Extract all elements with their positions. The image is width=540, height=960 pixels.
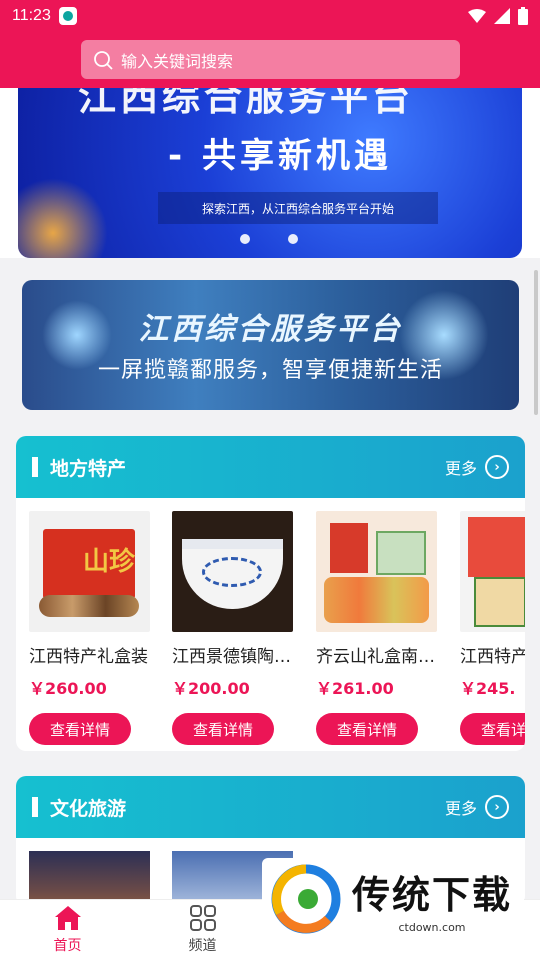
- banner-decoration: [18, 178, 108, 258]
- status-bar: 11:23: [0, 0, 540, 32]
- watermark: 传统下载 ctdown.com: [262, 858, 524, 940]
- product-name: 江西特产礼盒装: [29, 647, 148, 667]
- view-details-button[interactable]: 查看详情: [172, 713, 274, 745]
- carousel-dot[interactable]: [288, 234, 298, 244]
- watermark-text: 传统下载: [352, 873, 513, 917]
- battery-icon: [518, 7, 528, 25]
- product-image[interactable]: [316, 511, 437, 632]
- home-icon: [54, 906, 81, 930]
- section-bar: [32, 797, 38, 817]
- search-placeholder: 输入关键词搜索: [121, 51, 234, 71]
- product-card[interactable]: 江西特产 ￥245. 查看详情: [460, 511, 525, 745]
- product-name: 江西特产: [460, 647, 525, 667]
- product-name: 江西景德镇陶瓷碗: [172, 647, 294, 667]
- nav-label: 频道: [188, 938, 217, 954]
- banner-carousel[interactable]: 江西综合服务平台 - 共享新机遇 探索江西，从江西综合服务平台开始: [18, 88, 522, 258]
- nav-label: 首页: [53, 938, 82, 954]
- app-notification-icon: [58, 7, 77, 25]
- nav-item-home[interactable]: 首页: [0, 900, 135, 960]
- product-image[interactable]: [460, 511, 525, 632]
- banner-area: 江西综合服务平台 - 共享新机遇 探索江西，从江西综合服务平台开始: [0, 88, 540, 258]
- view-details-button[interactable]: 查看详情: [460, 713, 525, 745]
- section-header: 地方特产 更多 ›: [16, 436, 525, 498]
- product-card[interactable]: 齐云山礼盒南酸枣糕 ￥261.00 查看详情: [316, 511, 441, 745]
- search-icon: [94, 50, 113, 70]
- banner-slogan: - 共享新机遇: [168, 136, 392, 176]
- more-link[interactable]: 更多 ›: [445, 795, 509, 819]
- app-header: 11:23 输入关键词搜索: [0, 0, 540, 88]
- search-input[interactable]: 输入关键词搜索: [81, 40, 460, 79]
- more-label: 更多: [444, 799, 477, 818]
- product-image[interactable]: 山珍: [29, 511, 150, 632]
- view-details-button[interactable]: 查看详情: [29, 713, 131, 745]
- status-time: 11:23: [12, 7, 51, 24]
- watermark-url: ctdown.com: [398, 921, 466, 934]
- section-title: 地方特产: [50, 457, 127, 480]
- wifi-icon: [468, 9, 486, 23]
- specialty-section: 地方特产 更多 › 山珍 江西特产礼盒装 ￥260.00 查看详情 江西景德镇陶…: [16, 436, 525, 751]
- banner-subtitle: 探索江西，从江西综合服务平台开始: [158, 192, 438, 224]
- nav-item-channel[interactable]: 频道: [135, 900, 270, 960]
- more-label: 更多: [444, 459, 477, 478]
- product-name: 齐云山礼盒南酸枣糕: [316, 647, 438, 667]
- section-bar: [32, 457, 38, 477]
- product-card[interactable]: 山珍 江西特产礼盒装 ￥260.00 查看详情: [29, 511, 154, 745]
- section-header: 文化旅游 更多 ›: [16, 776, 525, 838]
- chevron-right-icon: ›: [485, 795, 509, 819]
- product-price: ￥200.00: [172, 679, 250, 698]
- product-card[interactable]: 江西景德镇陶瓷碗 ￥200.00 查看详情: [172, 511, 297, 745]
- section-title: 文化旅游: [50, 797, 127, 820]
- signal-icon: [494, 8, 510, 24]
- grid-icon: [189, 905, 216, 931]
- chevron-right-icon: ›: [485, 455, 509, 479]
- carousel-dot[interactable]: [240, 234, 250, 244]
- product-image[interactable]: [172, 511, 293, 632]
- product-price: ￥261.00: [316, 679, 394, 698]
- view-details-button[interactable]: 查看详情: [316, 713, 418, 745]
- promo-title: 江西综合服务平台: [138, 312, 403, 347]
- product-price: ￥245.: [460, 679, 516, 698]
- tourism-image[interactable]: [29, 851, 150, 906]
- product-list: 山珍 江西特产礼盒装 ￥260.00 查看详情 江西景德镇陶瓷碗 ￥200.00…: [16, 498, 525, 750]
- promo-banner[interactable]: 江西综合服务平台 一屏揽赣鄱服务，智享便捷新生活: [22, 280, 519, 410]
- product-price: ￥260.00: [29, 679, 107, 698]
- banner-title: 江西综合服务平台: [78, 88, 415, 119]
- more-link[interactable]: 更多 ›: [445, 455, 509, 479]
- promo-subtitle: 一屏揽赣鄱服务，智享便捷新生活: [97, 358, 443, 383]
- scrollbar[interactable]: [534, 270, 538, 415]
- watermark-logo-icon: [271, 864, 341, 934]
- carousel-indicator: [240, 234, 298, 244]
